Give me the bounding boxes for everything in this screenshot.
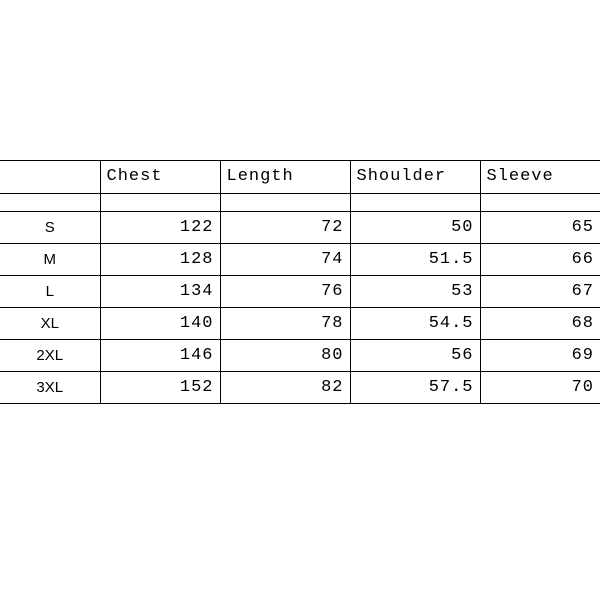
cell-chest: 134	[100, 275, 220, 307]
cell-chest: 122	[100, 211, 220, 243]
cell-length: 82	[220, 371, 350, 403]
cell-shoulder: 57.5	[350, 371, 480, 403]
cell-length: 76	[220, 275, 350, 307]
cell-sleeve: 69	[480, 339, 600, 371]
cell-length: 78	[220, 307, 350, 339]
cell-length: 72	[220, 211, 350, 243]
table-row: M 128 74 51.5 66	[0, 243, 600, 275]
table-row: S 122 72 50 65	[0, 211, 600, 243]
cell-sleeve: 68	[480, 307, 600, 339]
cell-shoulder: 50	[350, 211, 480, 243]
cell-sleeve: 65	[480, 211, 600, 243]
cell-size: S	[0, 211, 100, 243]
cell-size: 3XL	[0, 371, 100, 403]
cell-sleeve: 70	[480, 371, 600, 403]
table-row: 3XL 152 82 57.5 70	[0, 371, 600, 403]
cell-shoulder: 51.5	[350, 243, 480, 275]
cell-size: M	[0, 243, 100, 275]
header-sleeve: Sleeve	[480, 161, 600, 193]
cell-length: 74	[220, 243, 350, 275]
table-row: XL 140 78 54.5 68	[0, 307, 600, 339]
header-length: Length	[220, 161, 350, 193]
cell-size: XL	[0, 307, 100, 339]
header-row: Chest Length Shoulder Sleeve	[0, 161, 600, 193]
cell-sleeve: 66	[480, 243, 600, 275]
cell-size: L	[0, 275, 100, 307]
spacer-row	[0, 193, 600, 211]
cell-shoulder: 53	[350, 275, 480, 307]
table-row: 2XL 146 80 56 69	[0, 339, 600, 371]
cell-size: 2XL	[0, 339, 100, 371]
cell-shoulder: 54.5	[350, 307, 480, 339]
table-row: L 134 76 53 67	[0, 275, 600, 307]
cell-chest: 146	[100, 339, 220, 371]
cell-chest: 152	[100, 371, 220, 403]
header-size	[0, 161, 100, 193]
cell-length: 80	[220, 339, 350, 371]
size-chart-sheet: Chest Length Shoulder Sleeve S 122 72 50…	[0, 160, 600, 404]
cell-chest: 140	[100, 307, 220, 339]
size-chart-table: Chest Length Shoulder Sleeve S 122 72 50…	[0, 161, 600, 404]
cell-shoulder: 56	[350, 339, 480, 371]
header-shoulder: Shoulder	[350, 161, 480, 193]
cell-sleeve: 67	[480, 275, 600, 307]
cell-chest: 128	[100, 243, 220, 275]
header-chest: Chest	[100, 161, 220, 193]
